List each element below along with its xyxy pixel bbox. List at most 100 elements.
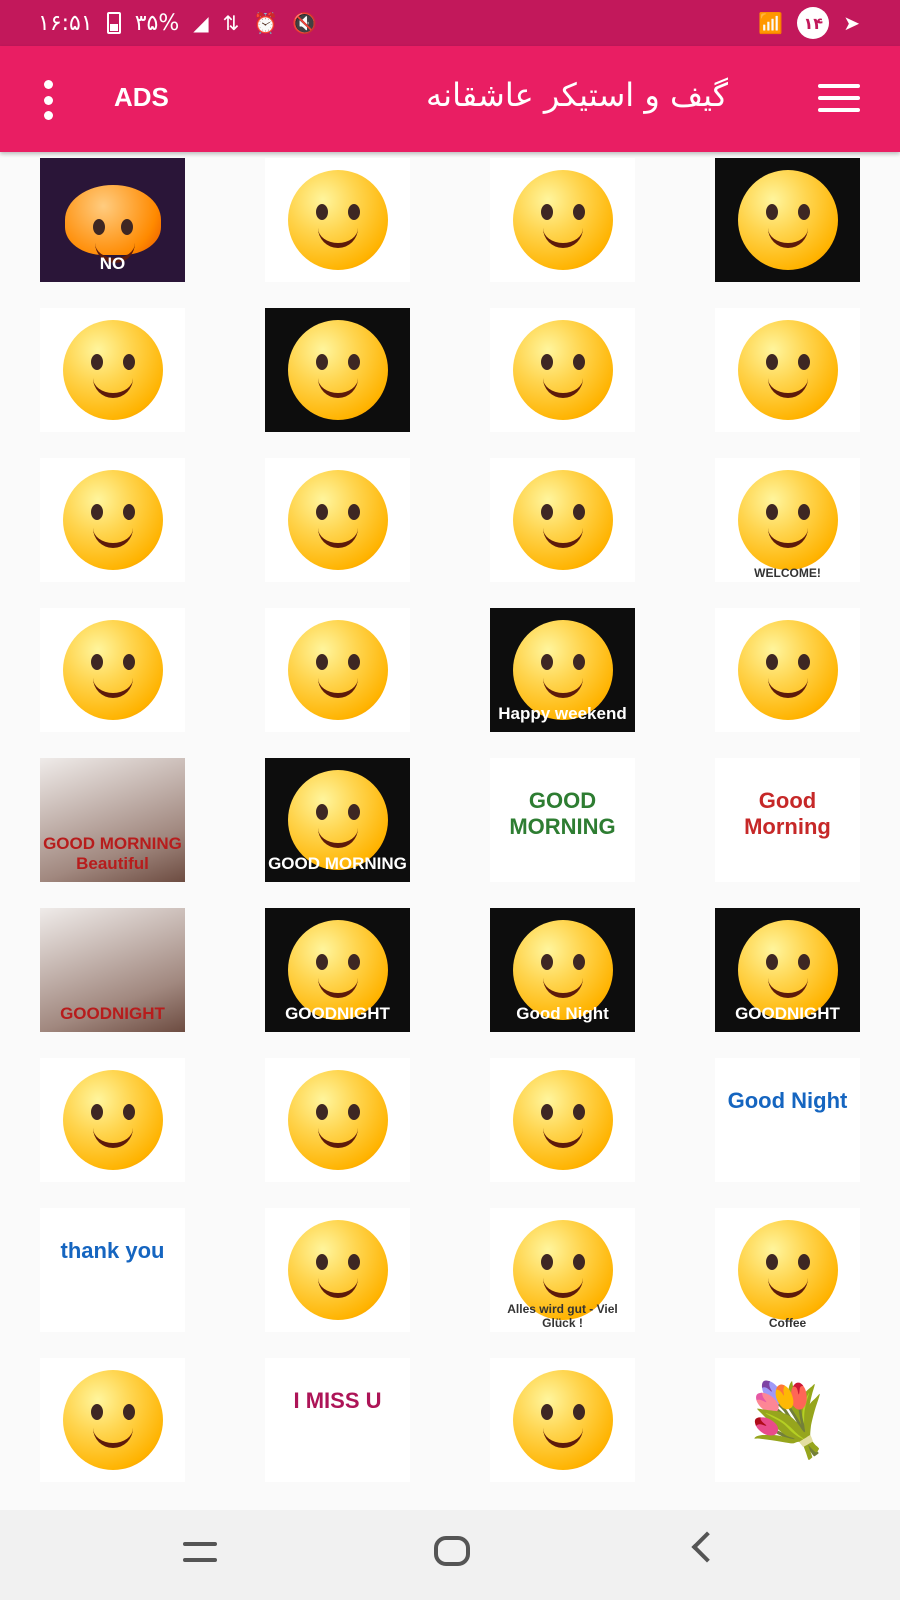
sticker-good-night-moon[interactable]: Good Night <box>490 908 635 1032</box>
sticker-eye-roll-face[interactable] <box>715 608 860 732</box>
sticker-i-miss-u[interactable]: I MISS U <box>265 1358 410 1482</box>
back-button[interactable] <box>691 1531 723 1563</box>
sticker-kiss-face[interactable] <box>265 458 410 582</box>
sticker-label: Good Night <box>516 1004 609 1023</box>
sim-badge: ۱۴ <box>797 7 830 39</box>
sticker-dj-face[interactable] <box>490 1358 635 1482</box>
sticker-label: NO <box>99 254 126 273</box>
eye-icon <box>122 504 135 520</box>
eye-icon <box>540 1404 553 1420</box>
sticker-label: WELCOME! <box>754 566 821 580</box>
mouth-icon <box>317 678 358 698</box>
eye-icon <box>765 354 778 370</box>
mouth-icon <box>767 1278 808 1298</box>
sticker-wink-face[interactable] <box>265 158 410 282</box>
sticker-good-morning-cup[interactable]: GOOD MORNING <box>265 758 410 882</box>
sticker-sleeping-face-pink[interactable] <box>265 308 410 432</box>
eye-icon <box>347 1254 360 1270</box>
home-button[interactable] <box>434 1536 470 1566</box>
sticker-goodnight-moon-figure[interactable]: GOODNIGHT <box>265 908 410 1032</box>
eye-icon <box>315 354 328 370</box>
sticker-goodnight-kitten[interactable]: GOODNIGHT <box>40 908 185 1032</box>
eye-icon <box>122 654 135 670</box>
sticker-goodnight-lips[interactable]: GOODNIGHT <box>715 908 860 1032</box>
sticker-viel-gluck-face[interactable]: Alles wird gut - Viel Glück ! <box>490 1208 635 1332</box>
sticker-sick-face[interactable] <box>490 458 635 582</box>
mouth-icon <box>92 378 133 398</box>
smiley-face-icon <box>737 620 838 720</box>
smiley-face-icon <box>512 1070 613 1170</box>
sticker-beer-face[interactable] <box>715 308 860 432</box>
mouth-icon <box>767 228 808 248</box>
sticker-facepalm-laugh[interactable] <box>265 1058 410 1182</box>
sticker-good-morning-bird[interactable]: GOOD MORNING <box>490 758 635 882</box>
sticker-label: GOODNIGHT <box>285 1004 390 1023</box>
recents-button[interactable] <box>183 1542 217 1562</box>
mouth-icon <box>767 528 808 548</box>
menu-line <box>818 84 860 88</box>
sticker-laughing-faces[interactable] <box>490 308 635 432</box>
eye-icon <box>572 1104 585 1120</box>
eye-icon <box>120 219 133 235</box>
sticker-sleeping-cap-face[interactable] <box>490 1058 635 1182</box>
sticker-label: GOOD MORNING Beautiful <box>43 834 182 873</box>
sticker-no-cat[interactable]: NO <box>40 158 185 282</box>
sticker-laughing-circle[interactable] <box>40 1358 185 1482</box>
smiley-face-icon <box>287 320 388 420</box>
smiley-face-icon <box>512 170 613 270</box>
eye-icon <box>347 654 360 670</box>
sticker-face-in-bed[interactable] <box>715 158 860 282</box>
sticker-thank-you[interactable]: thank you <box>40 1208 185 1332</box>
sticker-tea-face[interactable] <box>265 1208 410 1332</box>
mouth-icon <box>542 228 583 248</box>
sticker-happy-weekend-face[interactable]: Happy weekend <box>490 608 635 732</box>
mouth-icon <box>317 1128 358 1148</box>
mouth-icon <box>92 1128 133 1148</box>
eye-icon <box>765 654 778 670</box>
smiley-face-icon <box>62 470 163 570</box>
sticker-blue-flowers[interactable]: 💐 <box>715 1358 860 1482</box>
eye-icon <box>572 204 585 220</box>
smiley-face-icon <box>64 185 161 263</box>
signal-icon: ◢ <box>193 11 209 35</box>
eye-icon <box>315 204 328 220</box>
eye-icon <box>797 204 810 220</box>
battery-icon <box>106 12 121 34</box>
sticker-good-night-bears[interactable]: Good Night <box>715 1058 860 1182</box>
mouth-icon <box>317 828 358 848</box>
battery-percent: ۳۵% <box>134 10 180 36</box>
ads-button[interactable]: ADS <box>114 82 169 113</box>
dot-icon <box>43 95 53 105</box>
sticker-welcome-face[interactable]: WELCOME! <box>715 458 860 582</box>
eye-icon <box>572 1404 585 1420</box>
eye-icon <box>347 354 360 370</box>
sticker-burger-face[interactable] <box>40 1058 185 1182</box>
sticker-label: thank you <box>60 1238 165 1263</box>
sticker-sleepy-face[interactable] <box>490 158 635 282</box>
sticker-dinner-couple[interactable] <box>40 308 185 432</box>
smiley-face-icon <box>287 470 388 570</box>
wifi-icon: 📶 <box>758 11 784 35</box>
eye-icon <box>347 954 360 970</box>
sticker-label: Good Morning <box>744 788 831 839</box>
sticker-angry-face[interactable] <box>265 608 410 732</box>
eye-icon <box>797 354 810 370</box>
eye-icon <box>572 1254 585 1270</box>
eye-icon <box>90 1104 103 1120</box>
sticker-thumbs-down-face[interactable] <box>40 608 185 732</box>
sticker-label: GOOD MORNING <box>509 788 616 839</box>
eye-icon <box>765 954 778 970</box>
mouth-icon <box>767 378 808 398</box>
recents-line <box>183 1558 217 1562</box>
sticker-good-morning-coffee[interactable]: GOOD MORNING Beautiful <box>40 758 185 882</box>
dot-icon <box>43 111 53 120</box>
eye-icon <box>797 654 810 670</box>
overflow-menu-button[interactable] <box>36 80 60 120</box>
data-transfer-icon: ⇅ <box>222 11 240 35</box>
sticker-good-morning-pig[interactable]: Good Morning <box>715 758 860 882</box>
smiley-face-icon <box>512 320 613 420</box>
eye-icon <box>315 804 328 820</box>
sticker-coffee-face[interactable]: Coffee <box>715 1208 860 1332</box>
hamburger-menu-button[interactable] <box>818 84 860 112</box>
sticker-hammer-face[interactable] <box>40 458 185 582</box>
